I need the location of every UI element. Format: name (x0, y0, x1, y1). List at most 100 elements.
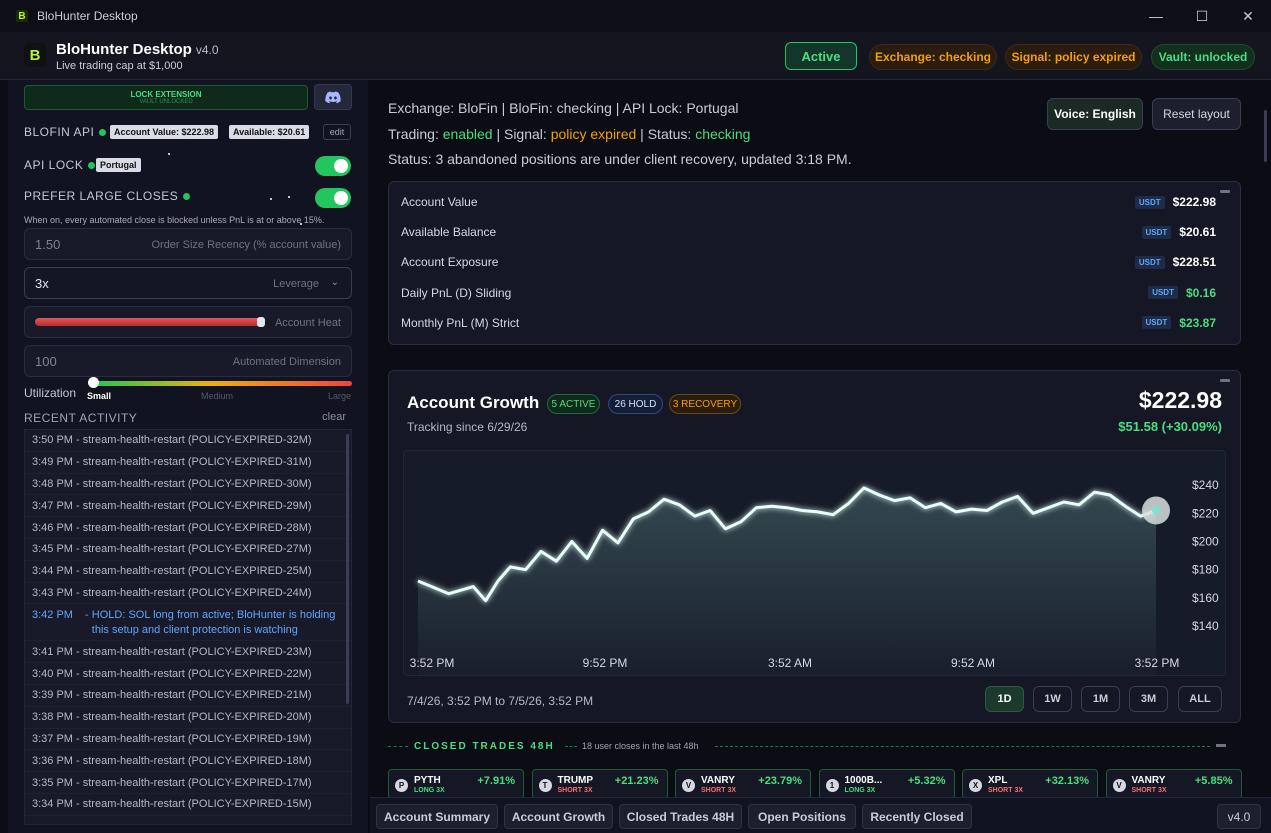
lock-extension-sublabel: VAULT UNLOCKED (139, 99, 193, 105)
activity-time: 3:34 PM (32, 798, 73, 811)
activity-separator: - (72, 711, 83, 724)
activity-text: stream-health-restart (POLICY-EXPIRED-18… (82, 754, 312, 767)
lock-extension-button[interactable]: LOCK EXTENSION VAULT UNLOCKED (24, 85, 308, 110)
exchange-status-badge[interactable]: Exchange: checking (869, 44, 997, 70)
growth-chart[interactable]: $240 $220 $200 $180 $160 $140 3:52 PM 9:52 PM 3:… (403, 450, 1226, 676)
automated-dimension-input[interactable]: 100 Automated Dimension (24, 345, 352, 377)
trade-side: SHORT 3X (701, 787, 737, 794)
trade-pnl: +7.91% (477, 775, 515, 787)
bottom-nav: Account Summary Account Growth Closed Trad… (370, 797, 1271, 833)
trade-side: LONG 3X (844, 787, 876, 794)
utilization-tick-medium: Medium (201, 391, 234, 401)
maximize-button[interactable]: ☐ (1179, 0, 1225, 32)
closed-trade-card[interactable]: V VANRY SHORT 3X +23.79% (675, 769, 811, 799)
trade-side: LONG 3X (414, 787, 445, 794)
bottom-nav-open-positions[interactable]: Open Positions (748, 804, 856, 829)
currency-badge: USDT (1134, 255, 1165, 269)
api-lock-toggle[interactable] (315, 156, 351, 176)
close-button[interactable]: ✕ (1225, 0, 1271, 32)
x-tick-label: 3:52 PM (1135, 656, 1180, 670)
account-heat-handle[interactable] (257, 317, 265, 327)
bottom-nav-recently-closed[interactable]: Recently Closed (862, 804, 972, 829)
active-status-button[interactable]: Active (785, 42, 857, 70)
edit-api-button[interactable]: edit (323, 124, 351, 140)
closed-trade-card[interactable]: T TRUMP SHORT 3X +21.23% (531, 769, 668, 799)
range-button-all[interactable]: ALL (1178, 686, 1222, 712)
utilization-slider-track[interactable] (94, 381, 352, 386)
account-heat-placeholder: Account Heat (274, 317, 341, 329)
utilization-slider-handle[interactable] (88, 377, 99, 388)
account-growth-title: Account Growth (407, 393, 540, 412)
range-button-1w[interactable]: 1W (1033, 686, 1072, 712)
activity-time: 3:48 PM (32, 477, 73, 490)
utilization-tick-small: Small (87, 391, 112, 401)
activity-time: 3:46 PM (32, 521, 73, 534)
trading-info-line: Trading: enabled | Signal: policy expire… (388, 126, 751, 142)
activity-item: 3:34 PM - stream-health-restart (POLICY-… (25, 794, 351, 816)
range-button-1d[interactable]: 1D (985, 686, 1024, 712)
recent-activity-list[interactable]: 3:50 PM - stream-health-restart (POLICY-… (24, 429, 352, 825)
recovery-count-tag: 3 RECOVERY (669, 394, 741, 414)
collapse-icon[interactable] (1216, 744, 1226, 747)
activity-scrollbar[interactable] (346, 434, 349, 704)
reset-layout-button[interactable]: Reset layout (1152, 98, 1241, 130)
collapse-icon[interactable] (1220, 379, 1230, 382)
main-scrollbar[interactable] (1264, 110, 1267, 162)
minimize-button[interactable]: — (1133, 0, 1179, 32)
x-tick-label: 3:52 PM (410, 656, 455, 670)
activity-time: 3:37 PM (32, 732, 73, 745)
bottom-nav-account-summary[interactable]: Account Summary (376, 804, 498, 829)
activity-text: stream-health-restart (POLICY-EXPIRED-17… (82, 776, 312, 789)
order-size-input[interactable]: 1.50 Order Size Recency (% account value… (24, 228, 352, 260)
summary-label: Account Exposure (401, 255, 499, 270)
signal-status-badge[interactable]: Signal: policy expired (1005, 44, 1142, 70)
account-heat-slider[interactable]: Account Heat (24, 306, 352, 338)
account-summary-row: Daily PnL (D) Sliding USDT $0.16 (401, 278, 1216, 308)
closed-trade-card[interactable]: 1 1000B... LONG 3X +5.32% (818, 769, 955, 799)
collapse-icon[interactable] (1220, 190, 1230, 193)
decor-star (288, 196, 290, 198)
activity-item: 3:43 PM - stream-health-restart (POLICY-… (25, 583, 351, 605)
leverage-select[interactable]: 3x Leverage ⌄ (24, 267, 352, 299)
trade-side: SHORT 3X (557, 787, 593, 794)
summary-value: $20.61 (1179, 225, 1216, 240)
activity-item: 3:38 PM - stream-health-restart (POLICY-… (25, 707, 351, 729)
coin-icon: V (1112, 779, 1126, 792)
prefer-large-closes-toggle[interactable] (315, 188, 351, 208)
activity-separator: - (72, 543, 83, 556)
bottom-nav-closed-trades-48h[interactable]: Closed Trades 48H (619, 804, 742, 829)
divider (715, 746, 1210, 747)
activity-time: 3:40 PM (32, 667, 73, 680)
closed-trade-card[interactable]: P PYTH LONG 3X +7.91% (388, 769, 524, 799)
coin-icon: X (969, 779, 982, 792)
discord-button[interactable] (314, 84, 352, 110)
activity-separator: - (72, 434, 83, 447)
decor-star (168, 153, 170, 155)
bottom-nav-account-growth[interactable]: Account Growth (504, 804, 613, 829)
active-count-tag: 5 ACTIVE (547, 394, 600, 414)
automated-dimension-placeholder: Automated Dimension (232, 356, 341, 368)
closed-trade-card[interactable]: V VANRY SHORT 3X +5.85% (1105, 769, 1242, 799)
closed-trade-card[interactable]: X XPL SHORT 3X +32.13% (962, 769, 1098, 799)
activity-item: 3:35 PM - stream-health-restart (POLICY-… (25, 772, 351, 794)
vault-status-badge[interactable]: Vault: unlocked (1151, 44, 1255, 70)
trade-side: SHORT 3X (988, 787, 1024, 794)
activity-text: HOLD: SOL long from active; BloHunter is… (91, 609, 336, 637)
range-button-1m[interactable]: 1M (1081, 686, 1120, 712)
voice-language-button[interactable]: Voice: English (1047, 98, 1143, 130)
app-subtitle: Live trading cap at $1,000 (56, 60, 183, 72)
growth-change: $51.58 (+30.09%) (1118, 419, 1222, 434)
trade-pnl: +5.85% (1194, 775, 1233, 787)
account-summary-row: Monthly PnL (M) Strict USDT $23.87 (401, 308, 1216, 338)
chevron-down-icon: ⌄ (330, 277, 339, 288)
clear-activity-button[interactable]: clear (322, 411, 346, 423)
summary-value: $222.98 (1172, 195, 1216, 209)
activity-time: 3:41 PM (32, 645, 73, 658)
window-title: BloHunter Desktop (37, 9, 138, 23)
currency-badge: USDT (1141, 225, 1172, 239)
range-button-3m[interactable]: 3M (1129, 686, 1168, 712)
activity-text: stream-health-restart (POLICY-EXPIRED-29… (82, 499, 312, 512)
y-tick-label: $180 (1192, 563, 1219, 577)
lock-extension-label: LOCK EXTENSION (130, 90, 202, 99)
api-lock-region-chip: Portugal (96, 158, 141, 172)
